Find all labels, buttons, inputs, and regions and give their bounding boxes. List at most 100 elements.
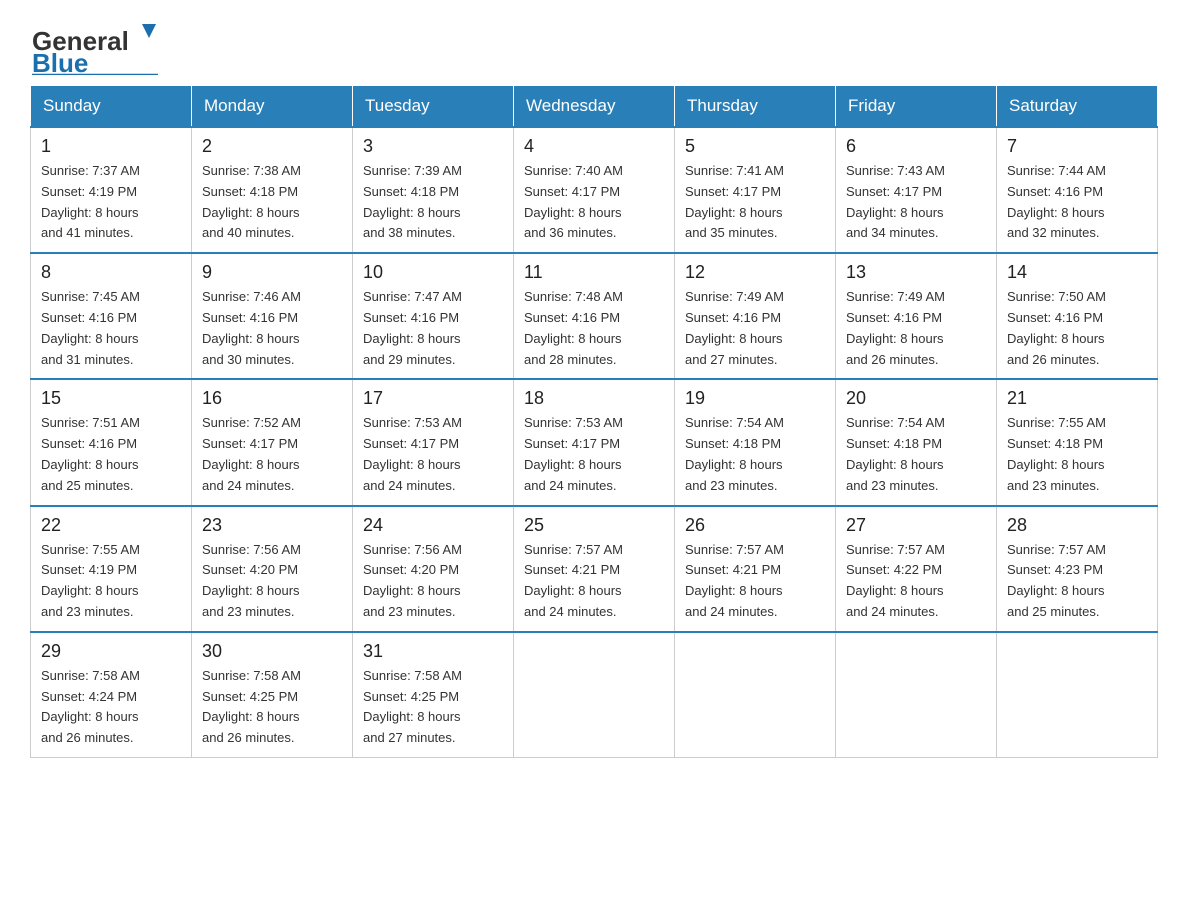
day-number: 2: [202, 136, 342, 157]
day-number: 8: [41, 262, 181, 283]
day-info: Sunrise: 7:49 AM Sunset: 4:16 PM Dayligh…: [685, 287, 825, 370]
day-number: 12: [685, 262, 825, 283]
day-number: 24: [363, 515, 503, 536]
calendar-cell: 28 Sunrise: 7:57 AM Sunset: 4:23 PM Dayl…: [997, 506, 1158, 632]
day-info: Sunrise: 7:58 AM Sunset: 4:24 PM Dayligh…: [41, 666, 181, 749]
day-number: 22: [41, 515, 181, 536]
day-info: Sunrise: 7:50 AM Sunset: 4:16 PM Dayligh…: [1007, 287, 1147, 370]
calendar-cell: 3 Sunrise: 7:39 AM Sunset: 4:18 PM Dayli…: [353, 127, 514, 253]
calendar-cell: 30 Sunrise: 7:58 AM Sunset: 4:25 PM Dayl…: [192, 632, 353, 758]
day-info: Sunrise: 7:55 AM Sunset: 4:19 PM Dayligh…: [41, 540, 181, 623]
header-monday: Monday: [192, 86, 353, 128]
day-info: Sunrise: 7:54 AM Sunset: 4:18 PM Dayligh…: [846, 413, 986, 496]
day-number: 29: [41, 641, 181, 662]
calendar-cell: 17 Sunrise: 7:53 AM Sunset: 4:17 PM Dayl…: [353, 379, 514, 505]
day-info: Sunrise: 7:41 AM Sunset: 4:17 PM Dayligh…: [685, 161, 825, 244]
day-number: 28: [1007, 515, 1147, 536]
calendar-cell: 20 Sunrise: 7:54 AM Sunset: 4:18 PM Dayl…: [836, 379, 997, 505]
day-number: 6: [846, 136, 986, 157]
day-number: 16: [202, 388, 342, 409]
day-info: Sunrise: 7:40 AM Sunset: 4:17 PM Dayligh…: [524, 161, 664, 244]
calendar-cell: 26 Sunrise: 7:57 AM Sunset: 4:21 PM Dayl…: [675, 506, 836, 632]
day-number: 5: [685, 136, 825, 157]
calendar-cell: 8 Sunrise: 7:45 AM Sunset: 4:16 PM Dayli…: [31, 253, 192, 379]
calendar-header-row: SundayMondayTuesdayWednesdayThursdayFrid…: [31, 86, 1158, 128]
day-info: Sunrise: 7:53 AM Sunset: 4:17 PM Dayligh…: [363, 413, 503, 496]
calendar-cell: 10 Sunrise: 7:47 AM Sunset: 4:16 PM Dayl…: [353, 253, 514, 379]
calendar-table: SundayMondayTuesdayWednesdayThursdayFrid…: [30, 85, 1158, 758]
day-number: 11: [524, 262, 664, 283]
logo: General Blue: [30, 20, 160, 75]
calendar-cell: 4 Sunrise: 7:40 AM Sunset: 4:17 PM Dayli…: [514, 127, 675, 253]
day-info: Sunrise: 7:57 AM Sunset: 4:22 PM Dayligh…: [846, 540, 986, 623]
day-info: Sunrise: 7:57 AM Sunset: 4:21 PM Dayligh…: [524, 540, 664, 623]
calendar-cell: 12 Sunrise: 7:49 AM Sunset: 4:16 PM Dayl…: [675, 253, 836, 379]
calendar-week-5: 29 Sunrise: 7:58 AM Sunset: 4:24 PM Dayl…: [31, 632, 1158, 758]
calendar-cell: 29 Sunrise: 7:58 AM Sunset: 4:24 PM Dayl…: [31, 632, 192, 758]
day-info: Sunrise: 7:45 AM Sunset: 4:16 PM Dayligh…: [41, 287, 181, 370]
calendar-cell: 6 Sunrise: 7:43 AM Sunset: 4:17 PM Dayli…: [836, 127, 997, 253]
day-number: 26: [685, 515, 825, 536]
calendar-cell: 15 Sunrise: 7:51 AM Sunset: 4:16 PM Dayl…: [31, 379, 192, 505]
header-tuesday: Tuesday: [353, 86, 514, 128]
calendar-cell: 14 Sunrise: 7:50 AM Sunset: 4:16 PM Dayl…: [997, 253, 1158, 379]
header-sunday: Sunday: [31, 86, 192, 128]
day-info: Sunrise: 7:56 AM Sunset: 4:20 PM Dayligh…: [363, 540, 503, 623]
day-number: 25: [524, 515, 664, 536]
day-info: Sunrise: 7:37 AM Sunset: 4:19 PM Dayligh…: [41, 161, 181, 244]
day-number: 13: [846, 262, 986, 283]
day-number: 23: [202, 515, 342, 536]
day-info: Sunrise: 7:58 AM Sunset: 4:25 PM Dayligh…: [363, 666, 503, 749]
calendar-cell: [514, 632, 675, 758]
day-info: Sunrise: 7:58 AM Sunset: 4:25 PM Dayligh…: [202, 666, 342, 749]
calendar-cell: 19 Sunrise: 7:54 AM Sunset: 4:18 PM Dayl…: [675, 379, 836, 505]
calendar-cell: 7 Sunrise: 7:44 AM Sunset: 4:16 PM Dayli…: [997, 127, 1158, 253]
calendar-cell: 9 Sunrise: 7:46 AM Sunset: 4:16 PM Dayli…: [192, 253, 353, 379]
calendar-cell: 5 Sunrise: 7:41 AM Sunset: 4:17 PM Dayli…: [675, 127, 836, 253]
day-number: 10: [363, 262, 503, 283]
day-number: 17: [363, 388, 503, 409]
day-number: 30: [202, 641, 342, 662]
day-number: 7: [1007, 136, 1147, 157]
day-info: Sunrise: 7:53 AM Sunset: 4:17 PM Dayligh…: [524, 413, 664, 496]
calendar-week-3: 15 Sunrise: 7:51 AM Sunset: 4:16 PM Dayl…: [31, 379, 1158, 505]
calendar-cell: 11 Sunrise: 7:48 AM Sunset: 4:16 PM Dayl…: [514, 253, 675, 379]
day-info: Sunrise: 7:57 AM Sunset: 4:23 PM Dayligh…: [1007, 540, 1147, 623]
day-info: Sunrise: 7:47 AM Sunset: 4:16 PM Dayligh…: [363, 287, 503, 370]
calendar-cell: 27 Sunrise: 7:57 AM Sunset: 4:22 PM Dayl…: [836, 506, 997, 632]
day-number: 21: [1007, 388, 1147, 409]
calendar-cell: [836, 632, 997, 758]
logo-svg: General Blue: [30, 20, 160, 75]
calendar-week-2: 8 Sunrise: 7:45 AM Sunset: 4:16 PM Dayli…: [31, 253, 1158, 379]
day-info: Sunrise: 7:46 AM Sunset: 4:16 PM Dayligh…: [202, 287, 342, 370]
calendar-cell: 2 Sunrise: 7:38 AM Sunset: 4:18 PM Dayli…: [192, 127, 353, 253]
calendar-cell: 16 Sunrise: 7:52 AM Sunset: 4:17 PM Dayl…: [192, 379, 353, 505]
day-info: Sunrise: 7:39 AM Sunset: 4:18 PM Dayligh…: [363, 161, 503, 244]
calendar-week-1: 1 Sunrise: 7:37 AM Sunset: 4:19 PM Dayli…: [31, 127, 1158, 253]
day-info: Sunrise: 7:56 AM Sunset: 4:20 PM Dayligh…: [202, 540, 342, 623]
day-info: Sunrise: 7:51 AM Sunset: 4:16 PM Dayligh…: [41, 413, 181, 496]
calendar-cell: 13 Sunrise: 7:49 AM Sunset: 4:16 PM Dayl…: [836, 253, 997, 379]
calendar-cell: 1 Sunrise: 7:37 AM Sunset: 4:19 PM Dayli…: [31, 127, 192, 253]
day-number: 9: [202, 262, 342, 283]
day-info: Sunrise: 7:43 AM Sunset: 4:17 PM Dayligh…: [846, 161, 986, 244]
day-number: 20: [846, 388, 986, 409]
day-number: 14: [1007, 262, 1147, 283]
calendar-cell: 23 Sunrise: 7:56 AM Sunset: 4:20 PM Dayl…: [192, 506, 353, 632]
day-info: Sunrise: 7:52 AM Sunset: 4:17 PM Dayligh…: [202, 413, 342, 496]
day-info: Sunrise: 7:55 AM Sunset: 4:18 PM Dayligh…: [1007, 413, 1147, 496]
calendar-cell: 21 Sunrise: 7:55 AM Sunset: 4:18 PM Dayl…: [997, 379, 1158, 505]
header-friday: Friday: [836, 86, 997, 128]
day-info: Sunrise: 7:44 AM Sunset: 4:16 PM Dayligh…: [1007, 161, 1147, 244]
calendar-cell: 31 Sunrise: 7:58 AM Sunset: 4:25 PM Dayl…: [353, 632, 514, 758]
svg-text:Blue: Blue: [32, 48, 88, 75]
page-header: General Blue: [30, 20, 1158, 75]
day-number: 31: [363, 641, 503, 662]
day-number: 4: [524, 136, 664, 157]
day-number: 27: [846, 515, 986, 536]
calendar-week-4: 22 Sunrise: 7:55 AM Sunset: 4:19 PM Dayl…: [31, 506, 1158, 632]
day-info: Sunrise: 7:57 AM Sunset: 4:21 PM Dayligh…: [685, 540, 825, 623]
calendar-cell: 18 Sunrise: 7:53 AM Sunset: 4:17 PM Dayl…: [514, 379, 675, 505]
day-number: 18: [524, 388, 664, 409]
day-info: Sunrise: 7:48 AM Sunset: 4:16 PM Dayligh…: [524, 287, 664, 370]
